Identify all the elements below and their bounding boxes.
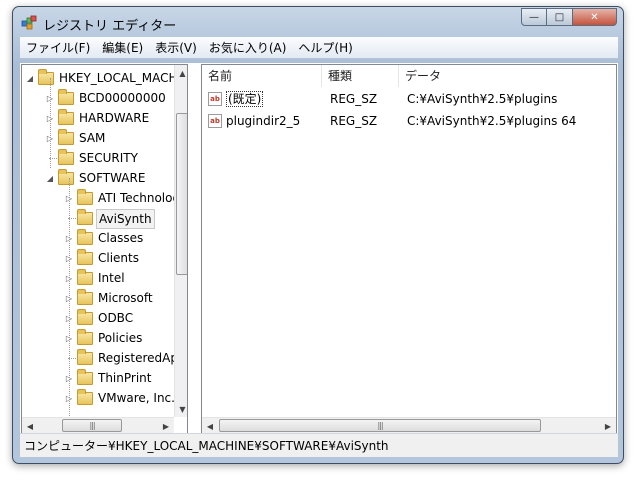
folder-icon [58,129,74,145]
column-header-name[interactable]: 名前 [202,65,322,87]
scroll-left-arrow-icon[interactable]: ◀ [202,418,218,433]
folder-icon [77,309,93,325]
title-bar[interactable]: レジストリ エディター — □ ✕ [13,7,623,37]
tree-item-label: SOFTWARE [79,171,146,185]
window-title: レジストリ エディター [43,19,177,34]
collapse-arrow-icon[interactable]: ◢ [25,73,35,83]
tree-item[interactable]: ▷ ODBC [22,308,174,328]
tree-item[interactable]: RegisteredAp [22,348,178,368]
status-bar: コンピューター¥HKEY_LOCAL_MACHINE¥SOFTWARE¥AviS… [20,433,618,457]
collapse-arrow-icon[interactable]: ◢ [45,173,55,183]
scroll-up-arrow-icon[interactable]: ▲ [175,65,187,81]
tree-item[interactable]: ▷ ATI Technolog [22,188,180,208]
tree-item[interactable]: ▷ Clients [22,248,174,268]
value-data: C:¥AviSynth¥2.5¥plugins [407,92,558,106]
tree-item-label: Classes [98,231,144,245]
status-path: コンピューター¥HKEY_LOCAL_MACHINE¥SOFTWARE¥AviS… [24,439,389,453]
folder-icon [58,149,74,165]
value-row[interactable]: ab plugindir2_5 REG_SZ C:¥AviSynth¥2.5¥p… [202,110,616,132]
tree-item[interactable]: ▷ HARDWARE [22,108,174,128]
tree-item-label: SECURITY [79,151,138,165]
folder-icon [58,109,74,125]
tree-item[interactable]: SECURITY [22,148,174,168]
tree-item-label: Intel [98,271,125,285]
menu-favorites[interactable]: お気に入り(A) [203,37,293,59]
tree-item[interactable]: AviSynth [22,208,174,229]
scroll-left-arrow-icon[interactable]: ◀ [22,418,38,433]
menu-help[interactable]: ヘルプ(H) [292,37,358,59]
value-row[interactable]: ab (既定) REG_SZ C:¥AviSynth¥2.5¥plugins [202,88,616,110]
folder-icon [77,369,93,385]
value-name: plugindir2_5 [226,114,301,128]
tree-item[interactable]: ▷ SAM [22,128,174,148]
folder-icon [77,329,93,345]
folder-icon [77,209,93,225]
tree-item-label: RegisteredAp [98,351,178,365]
registry-editor-icon [21,15,37,30]
value-type: REG_SZ [330,92,378,106]
tree-item[interactable]: ◢ HKEY_LOCAL_MACH [22,68,178,88]
folder-icon [77,389,93,405]
tree-item-label: VMware, Inc. [98,391,175,405]
tree-item-label: BCD00000000 [79,91,166,105]
scroll-right-arrow-icon[interactable]: ▶ [600,418,616,433]
tree-guide-line [50,78,51,168]
key-tree[interactable]: ◢ HKEY_LOCAL_MACH ▷ BCD00000000 ▷ HARDWARE ▷ SA… [21,64,188,434]
folder-icon [38,69,54,85]
menu-edit[interactable]: 編集(E) [96,37,149,59]
tree-item-label: ATI Technolog [98,191,181,205]
tree-item[interactable]: ▷ Classes [22,228,174,248]
string-value-icon: ab [208,114,222,128]
tree-item-label: ThinPrint [98,371,152,385]
tree-item-label: Policies [98,331,143,345]
value-list[interactable]: 名前 種類 データ ab (既定) REG_SZ C:¥AviSynth¥2.5… [201,64,617,434]
tree-item-label: Clients [98,251,139,265]
tree-hscroll-thumb[interactable]: ||| [62,419,122,432]
main-content: ◢ HKEY_LOCAL_MACH ▷ BCD00000000 ▷ HARDWARE ▷ SA… [20,63,618,434]
folder-icon [77,229,93,245]
value-data: C:¥AviSynth¥2.5¥plugins 64 [407,114,577,128]
tree-item[interactable]: ◢ SOFTWARE [22,168,174,188]
menu-file[interactable]: ファイル(F) [20,37,96,59]
folder-icon [77,349,93,365]
tree-item[interactable]: ▷ Policies [22,328,174,348]
caption-buttons: — □ ✕ [521,8,617,26]
scroll-right-arrow-icon[interactable]: ▶ [158,418,174,433]
folder-icon [77,289,93,305]
tree-item-label: HARDWARE [79,111,150,125]
tree-guide-line [69,178,70,418]
folder-icon [58,89,74,105]
menu-view[interactable]: 表示(V) [149,37,203,59]
tree-item-label: HKEY_LOCAL_MACH [59,71,178,85]
tree-item[interactable]: ▷ ThinPrint [22,368,174,388]
tree-vscroll-thumb[interactable] [176,113,187,275]
tree-item-label: SAM [79,131,106,145]
close-button[interactable]: ✕ [573,8,617,26]
registry-editor-window: レジストリ エディター — □ ✕ ファイル(F) 編集(E) 表示(V) お気… [12,6,624,464]
folder-icon [58,169,74,185]
value-name: (既定) [226,91,264,107]
scroll-down-arrow-icon[interactable]: ▼ [175,401,187,417]
folder-icon [77,269,93,285]
tree-horizontal-scrollbar[interactable]: ◀ ||| ▶ [22,417,174,433]
list-hscroll-thumb[interactable]: ||| [219,419,541,432]
tree-item-label: Microsoft [98,291,153,305]
column-header-type[interactable]: 種類 [322,65,399,87]
tree-item-label: ODBC [98,311,134,325]
tree-vertical-scrollbar[interactable]: ▲ ▼ [174,65,187,417]
menu-bar: ファイル(F) 編集(E) 表示(V) お気に入り(A) ヘルプ(H) [20,37,618,59]
string-value-icon: ab [208,92,222,106]
maximize-button[interactable]: □ [547,8,573,26]
tree-item[interactable]: ▷ Intel [22,268,174,288]
tree-item-label: AviSynth [96,209,155,229]
tree-item[interactable]: ▷ VMware, Inc. [22,388,175,408]
list-horizontal-scrollbar[interactable]: ◀ ||| ▶ [202,417,616,433]
minimize-button[interactable]: — [521,8,547,26]
tree-item[interactable]: ▷ Microsoft [22,288,174,308]
value-type: REG_SZ [330,114,378,128]
tree-item[interactable]: ▷ BCD00000000 [22,88,174,108]
folder-icon [77,249,93,265]
column-header-data[interactable]: データ [399,65,616,87]
folder-icon [77,189,93,205]
